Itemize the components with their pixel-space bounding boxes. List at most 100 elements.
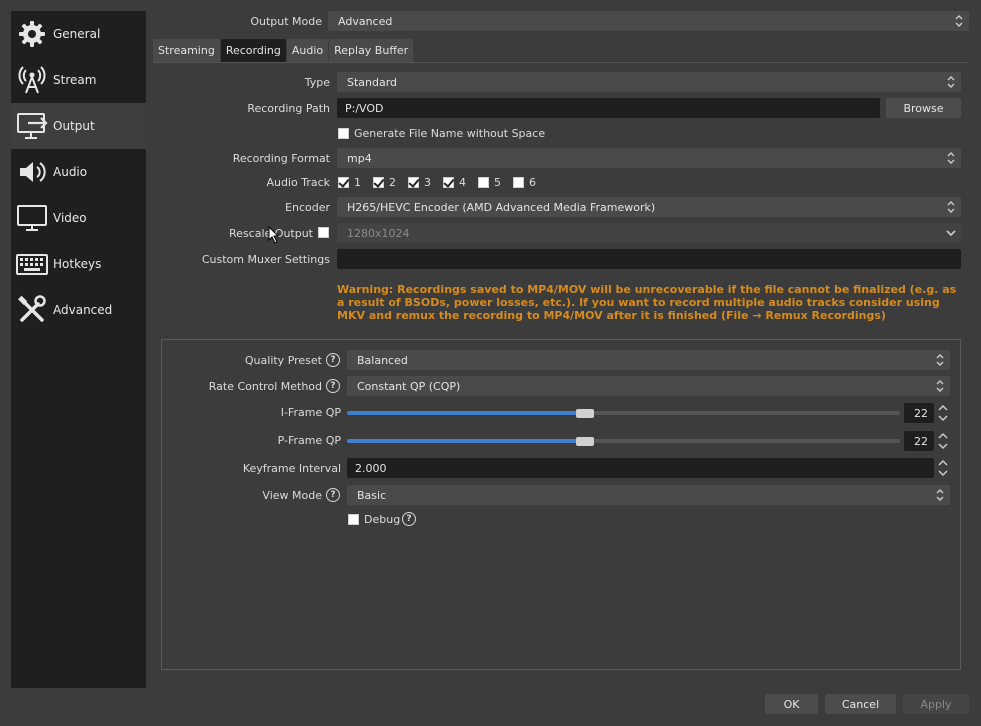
sidebar-item-label: Video [53,211,87,225]
quality-preset-label: Quality Preset [244,354,322,367]
rescale-resolution-value: 1280x1024 [347,226,410,240]
audio-track-5-checkbox[interactable] [478,177,489,188]
monitor-icon [15,201,49,235]
audio-track-2-checkbox[interactable] [373,177,384,188]
audio-track-label: Audio Track [266,176,330,189]
rate-control-label: Rate Control Method [208,380,322,393]
ok-button[interactable]: OK [765,694,818,714]
stepper-arrows-icon[interactable] [936,457,950,479]
updown-arrows-icon [936,380,944,392]
sidebar-item-label: Audio [53,165,88,179]
gear-icon [15,17,49,51]
sidebar-item-label: Hotkeys [53,257,102,271]
chevron-down-icon [946,230,956,237]
apply-button[interactable]: Apply [903,694,969,714]
audio-track-1-checkbox[interactable] [338,177,349,188]
tab-streaming[interactable]: Streaming [153,39,220,62]
output-tabs: Streaming Recording Audio Replay Buffer [153,39,414,62]
keyboard-icon [15,247,49,281]
sidebar-item-label: Output [53,119,95,133]
quality-preset-select[interactable]: Balanced [347,350,950,370]
audio-track-6-label: 6 [529,176,536,189]
tools-icon [15,293,49,327]
type-select[interactable]: Standard [337,72,961,92]
audio-track-3-label: 3 [424,176,431,189]
encoder-label: Encoder [285,201,330,214]
keyframe-interval-input[interactable]: 2.000 [347,458,934,478]
debug-label: Debug [364,513,401,526]
audio-track-1-label: 1 [354,176,361,189]
mp4-warning-text: Warning: Recordings saved to MP4/MOV wil… [337,283,957,322]
recording-format-select[interactable]: mp4 [337,148,961,168]
output-mode-select[interactable]: Advanced [328,11,969,31]
sidebar-item-output[interactable]: Output [11,103,146,149]
cancel-button[interactable]: Cancel [825,694,896,714]
updown-arrows-icon [947,201,955,213]
recording-format-value: mp4 [347,151,372,165]
sidebar-item-video[interactable]: Video [11,195,146,241]
encoder-select[interactable]: H265/HEVC Encoder (AMD Advanced Media Fr… [337,197,961,217]
iframe-qp-label: I-Frame QP [280,406,341,419]
rate-control-select[interactable]: Constant QP (CQP) [347,376,950,396]
tab-audio[interactable]: Audio [286,39,329,62]
help-icon[interactable]: ? [326,488,340,502]
generate-filename-label: Generate File Name without Space [354,127,546,140]
pframe-qp-spinbox[interactable]: 22 [904,431,934,451]
iframe-qp-slider-fill [347,411,585,415]
custom-muxer-input[interactable] [337,249,961,269]
updown-arrows-icon [947,76,955,88]
recording-path-input[interactable]: P:/VOD [337,98,880,118]
speaker-icon [15,155,49,189]
output-monitor-icon [15,109,49,143]
sidebar-item-general[interactable]: General [11,11,146,57]
recording-path-label: Recording Path [247,102,330,115]
updown-arrows-icon [947,152,955,164]
audio-track-2-label: 2 [389,176,396,189]
pframe-qp-label: P-Frame QP [277,434,341,447]
updown-arrows-icon [936,489,944,501]
sidebar-item-advanced[interactable]: Advanced [11,287,146,333]
view-mode-value: Basic [357,488,387,502]
audio-track-4-checkbox[interactable] [443,177,454,188]
pframe-qp-slider-handle[interactable] [576,437,594,446]
audio-track-6-checkbox[interactable] [513,177,524,188]
output-mode-label: Output Mode [250,15,322,28]
tab-replay-buffer[interactable]: Replay Buffer [329,39,414,62]
keyframe-interval-label: Keyframe Interval [242,462,341,475]
sidebar-item-hotkeys[interactable]: Hotkeys [11,241,146,287]
stepper-arrows-icon[interactable] [936,402,950,424]
recording-format-label: Recording Format [232,152,330,165]
iframe-qp-spinbox[interactable]: 22 [904,403,934,423]
view-mode-select[interactable]: Basic [347,485,950,505]
broadcast-tower-icon [15,63,49,97]
encoder-value: H265/HEVC Encoder (AMD Advanced Media Fr… [347,200,656,214]
iframe-qp-slider-handle[interactable] [576,409,594,418]
mouse-pointer-icon [268,226,280,244]
sidebar-item-label: Advanced [53,303,113,317]
settings-sidebar: General Stream Output Audio Video Hotkey… [11,11,146,688]
sidebar-item-stream[interactable]: Stream [11,57,146,103]
help-icon[interactable]: ? [326,379,340,393]
type-label: Type [304,76,330,89]
rescale-output-label: Rescale Output [229,227,313,240]
audio-track-3-checkbox[interactable] [408,177,419,188]
quality-preset-value: Balanced [357,353,408,367]
sidebar-item-audio[interactable]: Audio [11,149,146,195]
type-value: Standard [347,75,398,89]
audio-track-4-label: 4 [459,176,466,189]
updown-arrows-icon [936,354,944,366]
help-icon[interactable]: ? [326,353,340,367]
tab-divider [153,62,969,63]
help-icon[interactable]: ? [402,512,416,526]
rescale-resolution-select[interactable]: 1280x1024 [337,223,961,243]
view-mode-label: View Mode [262,489,322,502]
rescale-output-checkbox[interactable] [318,227,329,238]
debug-checkbox[interactable] [348,514,359,525]
generate-filename-checkbox[interactable] [338,128,349,139]
stepper-arrows-icon[interactable] [936,430,950,452]
browse-button[interactable]: Browse [886,98,961,118]
rate-control-value: Constant QP (CQP) [357,379,461,393]
tab-recording[interactable]: Recording [220,39,286,62]
custom-muxer-label: Custom Muxer Settings [201,253,330,266]
sidebar-item-label: General [53,27,101,41]
